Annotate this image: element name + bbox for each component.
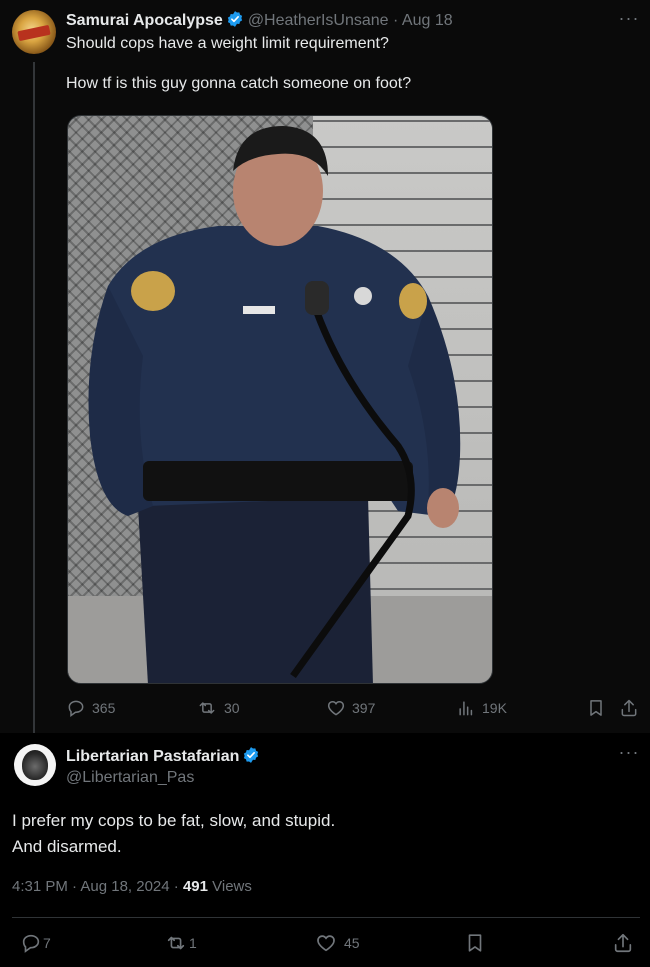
parent-tweet[interactable]: Samurai Apocalypse @HeatherIsUnsane · Aug… — [0, 0, 650, 733]
verified-badge-icon — [226, 10, 244, 34]
share-upload-icon — [619, 698, 639, 718]
like-button[interactable]: 45 — [314, 932, 360, 954]
heart-icon — [314, 932, 338, 954]
avatar[interactable] — [12, 10, 56, 54]
repost-count: 30 — [224, 700, 240, 716]
tweet-header: Libertarian Pastafarian — [66, 746, 264, 770]
thread-connector-line — [33, 62, 35, 733]
bookmark-icon — [586, 698, 606, 718]
author-name[interactable]: Samurai Apocalypse — [66, 12, 223, 29]
author-handle-row: @Libertarian_Pas — [66, 768, 194, 788]
views-label: Views — [207, 878, 252, 895]
author-name[interactable]: Libertarian Pastafarian — [66, 748, 239, 765]
author-handle[interactable]: @Libertarian_Pas — [66, 769, 194, 786]
divider — [12, 917, 640, 918]
tweet-photo[interactable] — [67, 115, 493, 684]
tweet-header: Samurai Apocalypse @HeatherIsUnsane · Aug… — [66, 10, 453, 34]
bookmark-button[interactable] — [463, 932, 487, 954]
like-count: 397 — [352, 700, 376, 716]
tweet-date[interactable]: Aug 18 — [402, 12, 453, 29]
reply-count: 7 — [43, 935, 51, 951]
bookmark-button[interactable] — [586, 697, 606, 719]
tweet-action-bar: 7 1 45 — [0, 931, 650, 955]
avatar-face — [22, 750, 48, 780]
tweet-meta: 4:31 PM · Aug 18, 2024 · 491 Views — [12, 877, 252, 897]
repost-arrows-icon — [196, 698, 218, 718]
reply-button[interactable]: 365 — [66, 697, 115, 719]
views-button[interactable]: 19K — [456, 697, 507, 719]
avatar-emblem — [17, 24, 51, 42]
reply-bubble-icon — [19, 932, 43, 954]
author-handle[interactable]: @HeatherIsUnsane — [248, 12, 389, 29]
heart-icon — [326, 698, 346, 718]
share-button[interactable] — [619, 697, 639, 719]
reply-button[interactable]: 7 — [19, 932, 51, 954]
views-count: 491 — [182, 878, 208, 895]
tweet-timestamp[interactable]: 4:31 PM · Aug 18, 2024 · — [12, 878, 183, 895]
like-button[interactable]: 397 — [326, 697, 375, 719]
repost-count: 1 — [189, 935, 197, 951]
reply-count: 365 — [92, 700, 116, 716]
repost-arrows-icon — [163, 932, 189, 954]
tweet-text: I prefer my cops to be fat, slow, and st… — [12, 811, 336, 856]
tweet-text: Should cops have a weight limit requirem… — [66, 35, 412, 92]
repost-button[interactable]: 1 — [163, 932, 197, 954]
views-count: 19K — [482, 700, 507, 716]
share-button[interactable] — [611, 932, 635, 954]
verified-badge-icon — [242, 746, 260, 770]
more-dots-icon[interactable]: ··· — [617, 743, 641, 766]
tweet-action-bar: 365 30 397 19K — [66, 697, 640, 719]
more-dots-icon[interactable]: ··· — [617, 9, 641, 32]
bar-chart-icon — [456, 698, 476, 718]
bookmark-icon — [463, 932, 487, 954]
share-upload-icon — [611, 932, 635, 954]
reply-bubble-icon — [66, 698, 86, 718]
avatar[interactable] — [14, 744, 56, 786]
like-count: 45 — [344, 935, 360, 951]
photo-officer-figure — [88, 126, 461, 683]
repost-button[interactable]: 30 — [196, 697, 240, 719]
separator-dot: · — [393, 12, 399, 29]
